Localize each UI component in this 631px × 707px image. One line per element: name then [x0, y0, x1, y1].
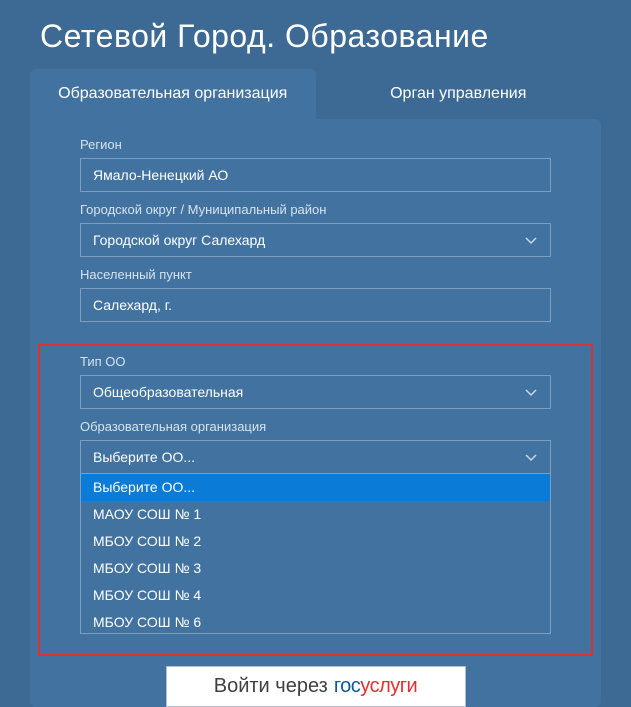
login-prefix-text: Войти через — [214, 675, 328, 698]
chevron-down-icon — [524, 385, 538, 399]
org-label: Образовательная организация — [80, 419, 551, 434]
locality-select[interactable]: Салехард, г. — [80, 288, 551, 322]
chevron-down-icon — [524, 233, 538, 247]
org-dropdown-list: Выберите ОО...МАОУ СОШ № 1МБОУ СОШ № 2МБ… — [80, 474, 551, 634]
tabs: Образовательная организация Орган управл… — [30, 69, 601, 119]
locality-value: Салехард, г. — [93, 297, 172, 313]
region-label: Регион — [80, 137, 551, 152]
form-panel-top: Регион Ямало-Ненецкий АО Городской округ… — [30, 119, 601, 344]
org-type-value: Общеобразовательная — [93, 384, 243, 400]
org-option[interactable]: МБОУ СОШ № 6 — [81, 609, 550, 634]
district-value: Городской округ Салехард — [93, 232, 265, 248]
org-type-label: Тип ОО — [80, 354, 551, 369]
form-panel-bottom: Тип ОО Общеобразовательная Образовательн… — [30, 344, 601, 707]
region-value: Ямало-Ненецкий АО — [93, 167, 228, 183]
org-option[interactable]: МБОУ СОШ № 3 — [81, 555, 550, 582]
chevron-down-icon — [524, 450, 538, 464]
gosuslugi-logo: госуслуги — [334, 675, 417, 698]
org-type-select[interactable]: Общеобразовательная — [80, 375, 551, 409]
tab-educational-org[interactable]: Образовательная организация — [30, 69, 316, 119]
tab-management-body[interactable]: Орган управления — [316, 69, 602, 119]
highlighted-section: Тип ОО Общеобразовательная Образовательн… — [38, 344, 593, 656]
district-select[interactable]: Городской округ Салехард — [80, 223, 551, 257]
district-label: Городской округ / Муниципальный район — [80, 202, 551, 217]
org-option[interactable]: МБОУ СОШ № 2 — [81, 528, 550, 555]
org-select[interactable]: Выберите ОО... — [80, 440, 551, 474]
locality-label: Населенный пункт — [80, 267, 551, 282]
org-option[interactable]: Выберите ОО... — [81, 474, 550, 501]
page-title: Сетевой Город. Образование — [0, 0, 631, 69]
login-gosuslugi-button[interactable]: Войти через госуслуги — [166, 666, 466, 707]
region-select[interactable]: Ямало-Ненецкий АО — [80, 158, 551, 192]
org-dropdown: Выберите ОО... Выберите ОО...МАОУ СОШ № … — [80, 440, 551, 634]
org-value: Выберите ОО... — [93, 449, 195, 465]
org-option[interactable]: МАОУ СОШ № 1 — [81, 501, 550, 528]
org-option[interactable]: МБОУ СОШ № 4 — [81, 582, 550, 609]
